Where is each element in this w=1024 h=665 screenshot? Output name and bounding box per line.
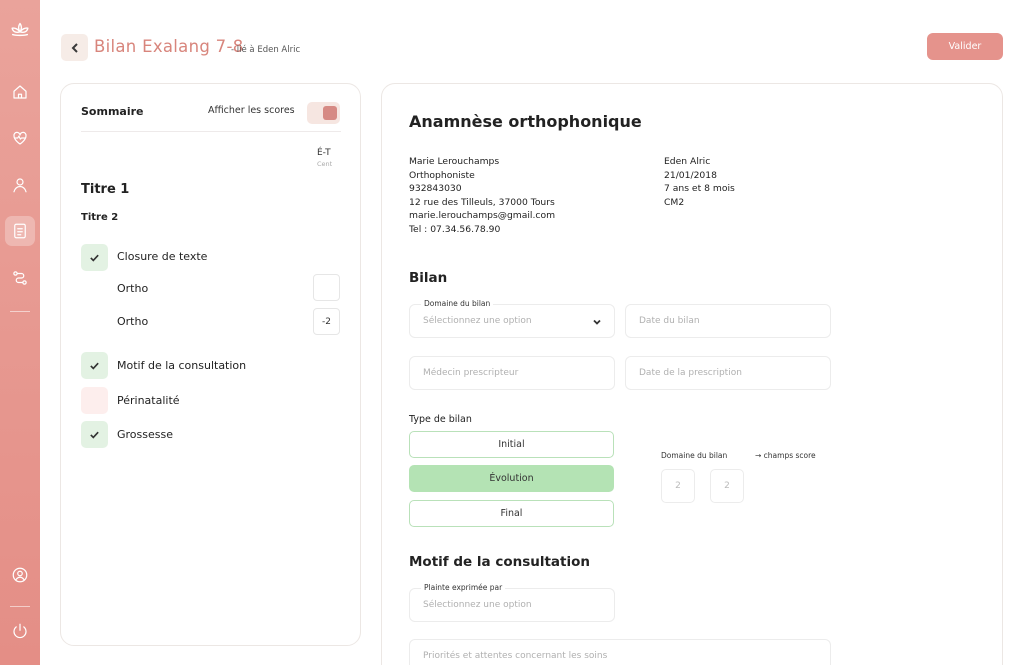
show-scores-label: Afficher les scores [208,105,295,116]
toggle-knob [323,106,337,120]
summary-subitem-ortho[interactable]: Ortho [117,282,148,295]
patient-info: Eden Alric 21/01/2018 7 ans et 8 mois CM… [664,155,735,209]
complaint-select[interactable]: Plainte exprimée par Sélectionnez une op… [409,583,615,622]
consultation-section-title: Motif de la consultation [409,554,591,570]
input-placeholder: Médecin prescripteur [423,368,519,378]
check-icon [90,431,99,439]
prescription-date-input[interactable]: Date de la prescription [625,356,831,390]
type-final-button[interactable]: Final [409,500,614,527]
route-icon[interactable] [5,263,35,293]
patient-grade: CM2 [664,196,685,208]
bilan-type-label: Type de bilan [409,414,472,425]
type-evolution-button[interactable]: Évolution [409,465,614,492]
patient-birthdate: 21/01/2018 [664,169,717,181]
show-scores-toggle[interactable] [307,102,340,124]
therapist-id: 932843030 [409,183,462,194]
checkbox-perinatalite[interactable] [81,387,108,414]
select-placeholder: Sélectionnez une option [423,600,532,610]
back-button[interactable] [61,34,88,61]
summary-item-closure[interactable]: Closure de texte [117,250,207,263]
home-icon[interactable] [5,77,35,107]
summary-heading-1: Titre 1 [81,182,130,197]
score-box[interactable]: -2 [313,308,340,335]
bilan-domain-select[interactable]: Domaine du bilan Sélectionnez une option [409,299,615,338]
form-panel: Anamnèse orthophonique Marie Lerouchamps… [381,83,1003,665]
summary-panel: Sommaire Afficher les scores É-T Cent Ti… [60,83,361,646]
therapist-info: Marie Lerouchamps Orthophoniste 93284303… [409,155,555,236]
user-icon[interactable] [5,170,35,200]
summary-title: Sommaire [81,105,144,118]
sidebar [0,0,40,665]
validate-button[interactable]: Valider [927,33,1003,60]
document-icon[interactable] [5,216,35,246]
page-title: Bilan Exalang 7-8 [94,37,244,56]
lotus-logo-icon[interactable] [5,15,35,45]
therapist-role: Orthophoniste [409,169,475,181]
score-box[interactable] [313,274,340,301]
checkbox-motif[interactable] [81,352,108,379]
patient-age: 7 ans et 8 mois [664,183,735,194]
bilan-section-title: Bilan [409,270,448,286]
summary-heading-2: Titre 2 [81,212,119,223]
form-title: Anamnèse orthophonique [409,112,642,131]
therapist-address: 12 rue des Tilleuls, 37000 Tours [409,196,555,208]
therapist-email: marie.lerouchamps@gmail.com [409,210,556,221]
summary-item-grossesse[interactable]: Grossesse [117,428,173,441]
input-placeholder: Date du bilan [639,316,700,326]
score-column-subtitle: Cent [317,160,333,168]
chevron-down-icon [593,319,601,325]
page-subtitle: - lié à Eden Alric [231,45,301,55]
score-input[interactable]: 2 [661,469,695,503]
summary-item-perinatalite[interactable]: Périnatalité [117,394,180,407]
score-input[interactable]: 2 [710,469,744,503]
checkbox-closure[interactable] [81,244,108,271]
check-icon [90,254,99,262]
profile-icon[interactable] [5,560,35,590]
input-placeholder: Priorités et attentes concernant les soi… [423,651,608,661]
score-column-title: É-T [317,148,331,158]
power-icon[interactable] [5,616,35,646]
summary-item-motif[interactable]: Motif de la consultation [117,359,246,372]
field-label: Domaine du bilan [421,299,494,308]
therapist-phone: Tel : 07.34.56.78.90 [409,223,501,235]
check-icon [90,362,99,370]
priorities-input[interactable]: Priorités et attentes concernant les soi… [409,639,831,665]
score-domain-label: Domaine du bilan [661,451,728,460]
type-initial-button[interactable]: Initial [409,431,614,458]
field-label: Plainte exprimée par [421,583,506,592]
patient-name: Eden Alric [664,156,711,167]
divider [81,131,341,132]
checkbox-grossesse[interactable] [81,421,108,448]
sidebar-divider [10,606,30,607]
select-placeholder: Sélectionnez une option [423,316,532,326]
sidebar-divider [10,311,30,312]
input-placeholder: Date de la prescription [639,368,742,378]
score-fields-label: → champs score [755,451,816,460]
doctor-input[interactable]: Médecin prescripteur [409,356,615,390]
bilan-date-input[interactable]: Date du bilan [625,304,831,338]
summary-subitem-ortho[interactable]: Ortho [117,315,148,328]
therapist-name: Marie Lerouchamps [409,156,500,167]
heart-pulse-icon[interactable] [5,123,35,153]
chevron-left-icon [71,42,78,53]
